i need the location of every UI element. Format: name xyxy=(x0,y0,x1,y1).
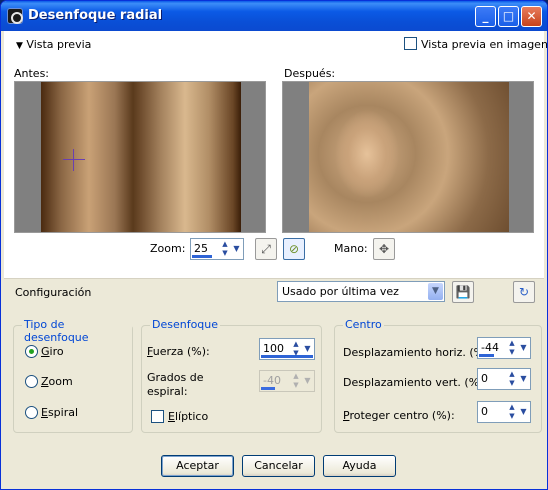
chevron-down-icon[interactable]: ▼ xyxy=(428,283,443,300)
triangle-down-icon: ▼ xyxy=(16,41,23,51)
h-offset-value: -44 xyxy=(481,341,499,354)
elliptic-checkbox[interactable] xyxy=(151,410,164,423)
strength-value: 100 xyxy=(263,342,284,355)
zoom-slider-bar[interactable] xyxy=(192,255,212,258)
zoom-label: Zoom: xyxy=(150,242,186,255)
spiral-degrees-label-line1: Grados de xyxy=(147,371,204,384)
reset-icon[interactable]: ↻ xyxy=(513,281,535,303)
after-image xyxy=(309,82,509,232)
zoom-dropdown-arrow-icon[interactable]: ▼ xyxy=(231,240,242,258)
radio-espiral-label: Espiral xyxy=(41,406,79,419)
window-title: Desenfoque radial xyxy=(28,8,163,23)
protect-center-spin-arrows[interactable]: ▲ ▼ xyxy=(506,403,518,421)
spiral-degrees-label-line2: espiral: xyxy=(147,385,188,398)
radio-espiral[interactable] xyxy=(25,406,38,419)
spiral-degrees-slider-bar xyxy=(261,387,275,390)
v-offset-stepper[interactable]: 0 ▲ ▼ ▼ xyxy=(477,368,531,390)
spiral-degrees-stepper: -40 ▲ ▼ ▼ xyxy=(259,370,315,392)
preview-panel: ▼ Vista previa Vista previa en imagen An… xyxy=(4,31,547,278)
spiral-degrees-value: -40 xyxy=(263,374,281,387)
cancel-button[interactable]: Cancelar xyxy=(242,455,315,477)
preview-in-image-checkbox[interactable] xyxy=(404,37,417,50)
help-button[interactable]: Ayuda xyxy=(323,455,396,477)
zoom-stepper[interactable]: 25 ▲ ▼ ▼ xyxy=(190,238,244,260)
ok-button[interactable]: Aceptar xyxy=(161,455,234,477)
app-icon xyxy=(7,8,23,24)
spiral-dropdown-arrow-icon: ▼ xyxy=(304,376,311,385)
center-crosshair-icon[interactable] xyxy=(63,149,85,171)
pan-label: Mano: xyxy=(334,242,368,255)
protect-center-stepper[interactable]: 0 ▲ ▼ ▼ xyxy=(477,401,531,423)
zoom-fit-icon[interactable]: ⤢ xyxy=(255,238,277,260)
pan-hand-icon[interactable]: ✥ xyxy=(373,238,395,260)
preset-value: Usado por última vez xyxy=(282,285,399,298)
v-offset-spin-arrows[interactable]: ▲ ▼ xyxy=(506,370,518,388)
blur-title: Desenfoque xyxy=(150,318,221,331)
after-label: Después: xyxy=(284,67,336,80)
zoom-spin-arrows[interactable]: ▲ ▼ xyxy=(219,240,231,258)
v-offset-label: Desplazamiento vert. (%): xyxy=(343,376,488,389)
title-bar[interactable]: Desenfoque radial _ □ ✕ xyxy=(1,1,547,31)
h-offset-label: Desplazamiento horiz. (%): xyxy=(343,346,493,359)
divider xyxy=(4,278,544,279)
preview-toggle-label: Vista previa xyxy=(26,38,92,51)
elliptic-label: Elíptico xyxy=(168,410,209,423)
zoom-value: 25 xyxy=(194,242,208,255)
radio-giro[interactable] xyxy=(25,345,38,358)
save-preset-icon[interactable]: 💾 xyxy=(452,281,474,303)
v-offset-value: 0 xyxy=(481,372,488,385)
protect-center-label: Proteger centro (%): xyxy=(343,409,455,422)
radio-giro-label: Giro xyxy=(41,345,64,358)
center-title: Centro xyxy=(343,318,384,331)
before-label: Antes: xyxy=(14,67,50,80)
v-offset-dropdown-arrow-icon[interactable]: ▼ xyxy=(518,370,529,388)
blur-type-title: Tipo de desenfoque xyxy=(22,318,132,344)
after-preview xyxy=(282,81,534,233)
close-button[interactable]: ✕ xyxy=(521,6,542,27)
config-label: Configuración xyxy=(15,286,92,299)
minimize-button[interactable]: _ xyxy=(475,6,496,27)
h-offset-dropdown-arrow-icon[interactable]: ▼ xyxy=(518,339,529,357)
protect-center-value: 0 xyxy=(481,405,488,418)
dialog-window: Desenfoque radial _ □ ✕ ▼ Vista previa V… xyxy=(0,0,548,490)
strength-spin-arrows[interactable]: ▲ ▼ xyxy=(290,340,302,358)
strength-stepper[interactable]: 100 ▲ ▼ ▼ xyxy=(259,338,315,360)
radio-zoom-label: Zoom xyxy=(41,375,73,388)
strength-label: Fuerza (%): xyxy=(147,345,210,358)
protect-center-dropdown-arrow-icon[interactable]: ▼ xyxy=(518,403,529,421)
preset-select[interactable]: Usado por última vez ▼ xyxy=(277,281,445,302)
maximize-button[interactable]: □ xyxy=(498,6,519,27)
before-preview[interactable] xyxy=(14,81,266,233)
h-offset-spin-arrows[interactable]: ▲ ▼ xyxy=(506,339,518,357)
spiral-spin-arrows: ▲ ▼ xyxy=(293,372,299,389)
radio-zoom[interactable] xyxy=(25,375,38,388)
strength-dropdown-arrow-icon[interactable]: ▼ xyxy=(302,340,313,358)
preview-in-image-label: Vista previa en imagen xyxy=(421,38,548,51)
zoom-lens-icon[interactable]: ⊘ xyxy=(283,238,305,260)
h-offset-stepper[interactable]: -44 ▲ ▼ ▼ xyxy=(477,337,531,359)
preview-toggle[interactable]: ▼ Vista previa xyxy=(16,38,91,51)
h-offset-slider-bar[interactable] xyxy=(479,354,494,357)
